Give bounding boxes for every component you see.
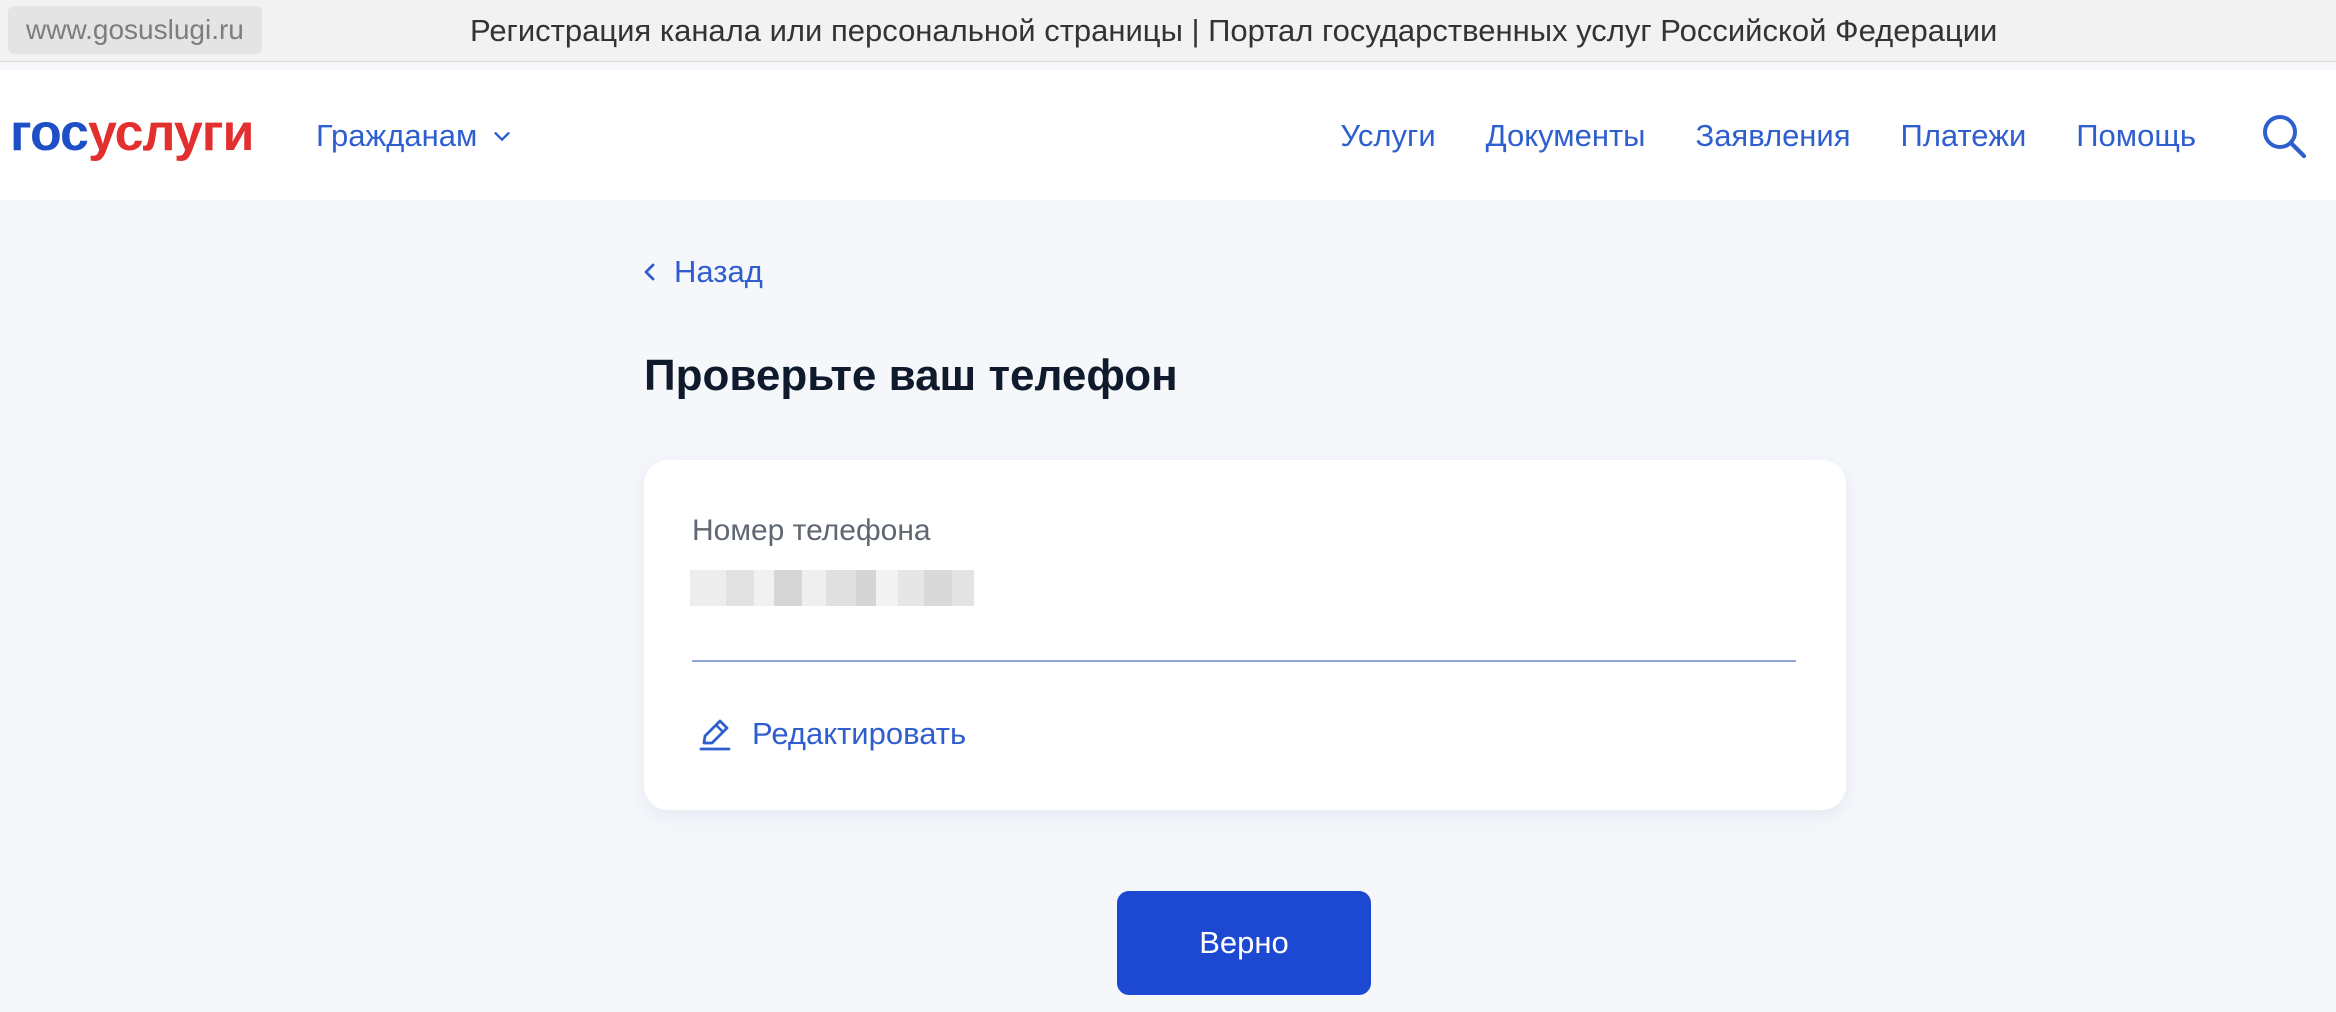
chevron-down-icon (494, 132, 510, 141)
phone-value-redacted (690, 570, 974, 606)
phone-field-label: Номер телефона (692, 514, 931, 547)
nav-item-services[interactable]: Услуги (1340, 116, 1435, 156)
phone-card: Номер телефона Редактировать (644, 460, 1846, 810)
page-heading: Проверьте ваш телефон (644, 351, 1178, 400)
back-link[interactable]: Назад (640, 252, 763, 292)
nav-item-payments[interactable]: Платежи (1901, 116, 2027, 156)
audience-label: Гражданам (316, 118, 478, 153)
edit-phone-link[interactable]: Редактировать (696, 714, 966, 754)
site-header: госуслуги Гражданам Услуги Документы Зая… (0, 70, 2336, 200)
search-icon[interactable] (2258, 110, 2310, 162)
logo-part-gos: гос (10, 104, 89, 162)
logo-part-uslugi: услуги (87, 104, 254, 162)
browser-titlebar: www.gosuslugi.ru Регистрация канала или … (0, 0, 2336, 62)
main-nav: Услуги Документы Заявления Платежи Помощ… (1340, 116, 2196, 156)
window-title: Регистрация канала или персональной стра… (470, 13, 1998, 48)
chevron-left-icon (644, 263, 655, 281)
gosuslugi-logo[interactable]: госуслуги (10, 102, 254, 164)
confirm-button[interactable]: Верно (1117, 891, 1371, 995)
nav-item-help[interactable]: Помощь (2076, 116, 2196, 156)
url-bar[interactable]: www.gosuslugi.ru (8, 6, 262, 54)
phone-field-underline (692, 660, 1796, 662)
pencil-icon (699, 719, 731, 751)
back-label: Назад (674, 254, 763, 289)
audience-dropdown[interactable]: Гражданам (316, 116, 513, 156)
nav-item-documents[interactable]: Документы (1486, 116, 1646, 156)
nav-item-applications[interactable]: Заявления (1695, 116, 1850, 156)
edit-label: Редактировать (752, 716, 967, 751)
